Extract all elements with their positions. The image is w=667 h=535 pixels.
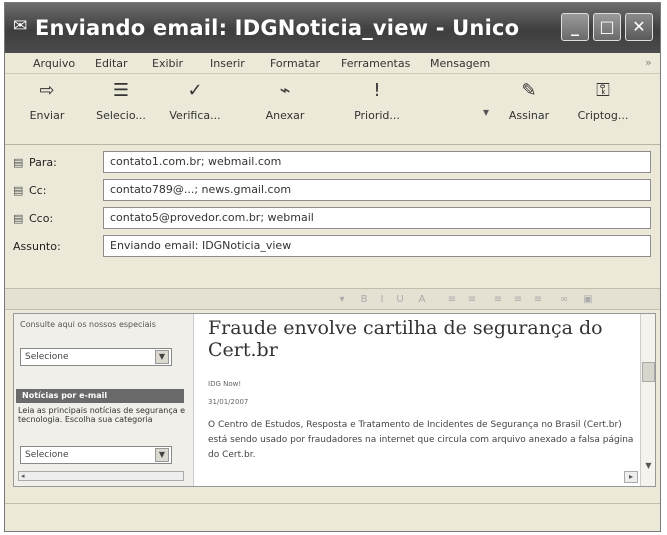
article-author: IDG Now! bbox=[208, 380, 242, 388]
to-row: ▤ Para: contato1.com.br; webmail.com bbox=[5, 148, 660, 176]
to-label: Para: bbox=[29, 156, 57, 169]
bcc-label-wrap[interactable]: ▤ Cco: bbox=[13, 210, 99, 228]
font-icon[interactable]: ▾ bbox=[335, 293, 349, 307]
encrypt-button[interactable]: ⚿ Criptog... bbox=[575, 79, 631, 139]
envelope-icon: ✉ bbox=[13, 16, 28, 36]
italic-icon[interactable]: I bbox=[375, 293, 389, 307]
to-field[interactable]: contato1.com.br; webmail.com bbox=[103, 151, 651, 173]
cc-label-wrap[interactable]: ▤ Cc: bbox=[13, 182, 99, 200]
spellcheck-button[interactable]: ✓ Verifica... bbox=[167, 79, 223, 139]
minimize-button[interactable]: _ bbox=[561, 13, 589, 41]
select-icon: ☰ bbox=[112, 80, 130, 101]
subject-field[interactable]: Enviando email: IDGNoticia_view bbox=[103, 235, 651, 257]
menu-arquivo[interactable]: Arquivo bbox=[33, 56, 75, 72]
encrypt-icon: ⚿ bbox=[596, 80, 610, 101]
bold-icon[interactable]: B bbox=[357, 293, 371, 307]
bullet-list-icon[interactable]: ≡ bbox=[465, 293, 479, 307]
scrollbar-thumb[interactable] bbox=[642, 362, 655, 382]
article-content: Fraude envolve cartilha de segurança do … bbox=[198, 314, 642, 486]
sidebar-caption: Consulte aqui os nossos especiais bbox=[20, 320, 156, 329]
menu-formatar[interactable]: Formatar bbox=[270, 56, 320, 72]
scroll-right-icon[interactable]: ▸ bbox=[624, 471, 638, 483]
underline-icon[interactable]: U bbox=[393, 293, 407, 307]
select-label: Selecio... bbox=[96, 109, 146, 122]
subject-row: Assunto: Enviando email: IDGNoticia_view bbox=[5, 232, 660, 260]
cc-label: Cc: bbox=[29, 184, 47, 197]
priority-button[interactable]: ! Priorid... bbox=[349, 79, 405, 139]
bcc-row: ▤ Cco: contato5@provedor.com.br; webmail bbox=[5, 204, 660, 232]
sign-label: Assinar bbox=[508, 109, 550, 122]
attach-label: Anexar bbox=[265, 109, 305, 122]
priority-icon: ! bbox=[373, 80, 381, 101]
vertical-scrollbar[interactable]: ▼ bbox=[640, 314, 655, 486]
title-bar[interactable]: ✉ Enviando email: IDGNoticia_view - Unic… bbox=[5, 3, 660, 53]
cc-row: ▤ Cc: contato789@...; news.gmail.com bbox=[5, 176, 660, 204]
menu-inserir[interactable]: Inserir bbox=[210, 56, 245, 72]
cc-field[interactable]: contato789@...; news.gmail.com bbox=[103, 179, 651, 201]
chevron-down-icon[interactable]: ▼ bbox=[155, 448, 169, 462]
chevron-down-icon[interactable]: ▼ bbox=[155, 350, 169, 364]
link-icon[interactable]: ∞ bbox=[557, 293, 571, 307]
message-headers: ▤ Para: contato1.com.br; webmail.com ▤ Cc:… bbox=[5, 148, 660, 276]
address-book-icon: ▤ bbox=[13, 156, 24, 169]
align-center-icon[interactable]: ≡ bbox=[511, 293, 525, 307]
article-body: O Centro de Estudos, Resposta e Tratamen… bbox=[208, 420, 634, 460]
font-color-icon[interactable]: A bbox=[415, 293, 429, 307]
horizontal-scrollbar[interactable]: ◂ bbox=[18, 471, 184, 481]
newsletter-sidebar: Consulte aqui os nossos especiais Seleci… bbox=[14, 314, 194, 486]
window-title: Enviando email: IDGNoticia_view - Unico bbox=[35, 16, 520, 40]
article-date: 31/01/2007 bbox=[208, 398, 249, 406]
align-left-icon[interactable]: ≡ bbox=[491, 293, 505, 307]
numbered-list-icon[interactable]: ≡ bbox=[445, 293, 459, 307]
menu-mensagem[interactable]: Mensagem bbox=[430, 56, 490, 72]
menu-ferramentas[interactable]: Ferramentas bbox=[341, 56, 410, 72]
menu-grip-icon: » bbox=[645, 56, 652, 69]
toolbar: ⇨ Enviar ☰ Selecio... ✓ Verifica... ⌁ An… bbox=[5, 75, 660, 145]
formatting-bar: ▾ B I U A ≡ ≡ ≡ ≡ ≡ ∞ ▣ bbox=[5, 288, 660, 310]
category-select[interactable]: Selecione ▼ bbox=[20, 446, 172, 464]
article-title-line1: Fraude envolve cartilha de segurança do bbox=[208, 317, 603, 339]
close-button[interactable]: ✕ bbox=[625, 13, 653, 41]
sidebar-section-header: Notícias por e-mail bbox=[16, 389, 184, 403]
send-icon: ⇨ bbox=[39, 80, 55, 101]
bcc-label: Cco: bbox=[29, 212, 54, 225]
message-body[interactable]: Consulte aqui os nossos especiais Seleci… bbox=[13, 313, 656, 487]
sidebar-description: Leia as principais notícias de segurança… bbox=[18, 406, 186, 424]
menu-bar: Arquivo Editar Exibir Inserir Formatar F… bbox=[5, 54, 660, 74]
send-label: Enviar bbox=[29, 109, 65, 122]
sign-icon: ✎ bbox=[521, 80, 537, 101]
menu-exibir[interactable]: Exibir bbox=[152, 56, 183, 72]
maximize-button[interactable]: □ bbox=[593, 13, 621, 41]
subject-label: Assunto: bbox=[13, 240, 61, 253]
address-book-icon: ▤ bbox=[13, 212, 24, 225]
attach-button[interactable]: ⌁ Anexar bbox=[257, 79, 313, 139]
article-title-line2: Cert.br bbox=[208, 339, 278, 361]
address-book-icon: ▤ bbox=[13, 184, 24, 197]
select-button[interactable]: ☰ Selecio... bbox=[93, 79, 149, 139]
scroll-down-icon[interactable]: ▼ bbox=[642, 460, 655, 473]
to-label-wrap[interactable]: ▤ Para: bbox=[13, 154, 99, 172]
bcc-field[interactable]: contato5@provedor.com.br; webmail bbox=[103, 207, 651, 229]
menu-editar[interactable]: Editar bbox=[95, 56, 128, 72]
send-button[interactable]: ⇨ Enviar bbox=[19, 79, 75, 139]
priority-dropdown-icon[interactable]: ▾ bbox=[483, 105, 489, 119]
email-window: ✉ Enviando email: IDGNoticia_view - Unic… bbox=[4, 2, 661, 532]
status-bar bbox=[5, 503, 660, 531]
priority-label: Priorid... bbox=[354, 109, 400, 122]
specials-select-value: Selecione bbox=[25, 352, 69, 362]
align-right-icon[interactable]: ≡ bbox=[531, 293, 545, 307]
sign-button[interactable]: ✎ Assinar bbox=[501, 79, 557, 139]
category-select-value: Selecione bbox=[25, 450, 69, 460]
spellcheck-label: Verifica... bbox=[169, 109, 221, 122]
specials-select[interactable]: Selecione ▼ bbox=[20, 348, 172, 366]
spellcheck-icon: ✓ bbox=[187, 80, 203, 101]
attach-icon: ⌁ bbox=[279, 80, 291, 101]
encrypt-label: Criptog... bbox=[577, 109, 629, 122]
image-icon[interactable]: ▣ bbox=[581, 293, 595, 307]
